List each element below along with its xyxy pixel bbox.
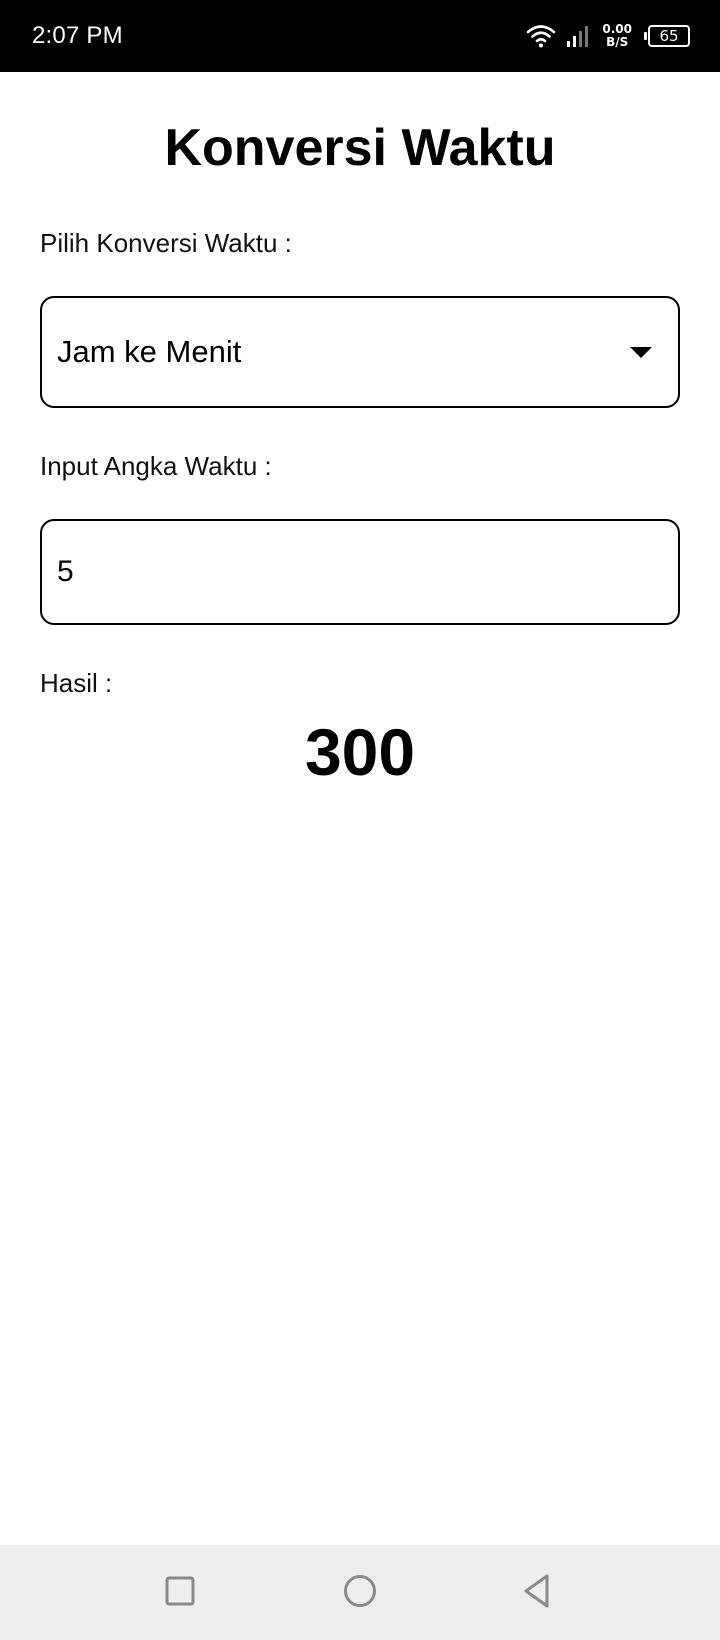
- net-speed: 0.00 B/S: [602, 23, 632, 49]
- recent-apps-button[interactable]: [152, 1565, 208, 1621]
- status-icons: 0.00 B/S 65: [526, 18, 690, 54]
- triangle-back-icon: [522, 1573, 554, 1614]
- time-input-label: Input Angka Waktu :: [40, 451, 272, 481]
- status-time: 2:07 PM: [32, 22, 123, 49]
- time-input[interactable]: [57, 555, 663, 589]
- chevron-down-icon[interactable]: [630, 346, 652, 358]
- home-button[interactable]: [332, 1565, 388, 1621]
- battery-level: 65: [659, 27, 679, 45]
- result-label: Hasil :: [40, 668, 113, 698]
- result-value: 300: [304, 715, 416, 789]
- page-title: Konversi Waktu: [164, 119, 556, 177]
- wifi-icon: [526, 24, 556, 48]
- conversion-select-label: Pilih Konversi Waktu :: [40, 228, 292, 258]
- signal-icon: [566, 24, 590, 48]
- app-screen: 2:07 PM 0.00 B/S 65 Konversi Waktu Pilih…: [0, 0, 720, 1640]
- conversion-select-value: Jam ke Menit: [57, 334, 242, 369]
- time-input-container[interactable]: [40, 519, 680, 625]
- square-icon: [164, 1575, 196, 1612]
- net-speed-unit: B/S: [606, 35, 629, 49]
- circle-icon: [342, 1573, 378, 1614]
- battery-icon: 65: [644, 25, 690, 47]
- conversion-select[interactable]: Jam ke Menit: [40, 296, 680, 408]
- navigation-bar: [0, 1545, 720, 1640]
- back-button[interactable]: [510, 1565, 566, 1621]
- status-bar: 2:07 PM 0.00 B/S 65: [0, 0, 720, 72]
